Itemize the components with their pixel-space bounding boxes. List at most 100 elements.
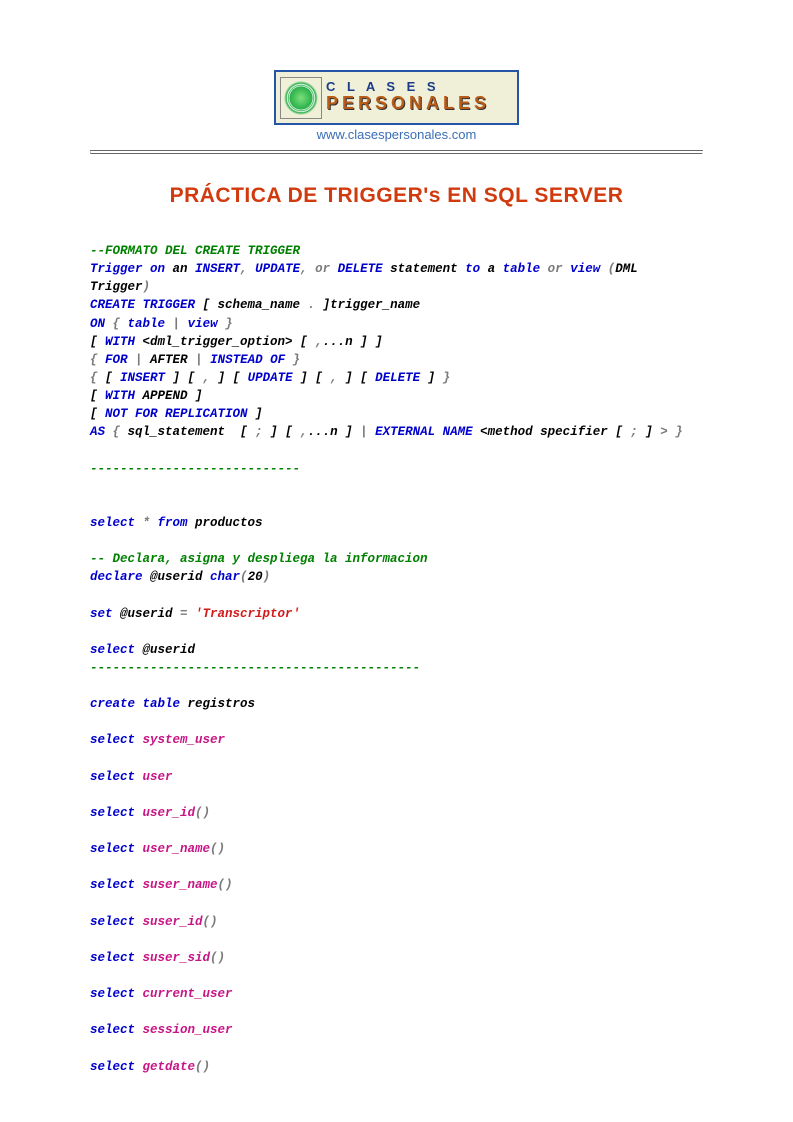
code-token: CREATE TRIGGER bbox=[90, 298, 195, 312]
code-token: char bbox=[210, 570, 240, 584]
code-token: ]trigger_name bbox=[315, 298, 420, 312]
code-token: system_user bbox=[143, 733, 226, 747]
code-token: ; bbox=[630, 425, 638, 439]
code-token: 'Transcriptor' bbox=[195, 607, 300, 621]
code-line: ---------------------------- bbox=[90, 460, 703, 478]
code-line bbox=[90, 713, 703, 731]
code-token bbox=[135, 878, 143, 892]
code-token: () bbox=[210, 842, 225, 856]
code-token: DELETE bbox=[375, 371, 420, 385]
code-token: { bbox=[105, 425, 128, 439]
code-token: , bbox=[315, 335, 323, 349]
code-token: | bbox=[188, 353, 211, 367]
code-token: ] bbox=[248, 407, 263, 421]
code-token: * bbox=[135, 516, 158, 530]
code-line bbox=[90, 1003, 703, 1021]
site-url: www.clasespersonales.com bbox=[90, 127, 703, 142]
code-line: ON { table | view } bbox=[90, 315, 703, 333]
code-line: declare @userid char(20) bbox=[90, 568, 703, 586]
code-token: table bbox=[503, 262, 541, 276]
code-token bbox=[135, 842, 143, 856]
code-line: set @userid = 'Transcriptor' bbox=[90, 605, 703, 623]
code-token: . bbox=[308, 298, 316, 312]
code-block: --FORMATO DEL CREATE TRIGGERTrigger on a… bbox=[90, 242, 703, 1076]
code-token: set bbox=[90, 607, 113, 621]
code-token: , bbox=[330, 371, 338, 385]
code-token: or bbox=[540, 262, 570, 276]
code-line: { FOR | AFTER | INSTEAD OF } bbox=[90, 351, 703, 369]
code-line bbox=[90, 858, 703, 876]
code-token: an bbox=[165, 262, 195, 276]
code-line bbox=[90, 967, 703, 985]
code-line: select suser_name() bbox=[90, 876, 703, 894]
logo-swirl-icon bbox=[280, 77, 322, 119]
code-line: [ WITH APPEND ] bbox=[90, 387, 703, 405]
code-token: INSERT bbox=[195, 262, 240, 276]
code-token: ; bbox=[255, 425, 263, 439]
code-line: -- Declara, asigna y despliega la inform… bbox=[90, 550, 703, 568]
code-token: select bbox=[90, 987, 135, 1001]
code-line: select @userid bbox=[90, 641, 703, 659]
code-token: ] [ bbox=[210, 371, 248, 385]
code-line: ----------------------------------------… bbox=[90, 659, 703, 677]
code-token bbox=[135, 915, 143, 929]
code-token: declare bbox=[90, 570, 143, 584]
code-token: select bbox=[90, 1023, 135, 1037]
code-token: select bbox=[90, 842, 135, 856]
code-token: suser_name bbox=[143, 878, 218, 892]
code-token bbox=[135, 1023, 143, 1037]
code-token bbox=[135, 733, 143, 747]
code-line bbox=[90, 1040, 703, 1058]
code-token: [ bbox=[90, 389, 105, 403]
code-token: ) bbox=[143, 280, 151, 294]
code-token: @userid bbox=[135, 643, 195, 657]
code-token: ( bbox=[600, 262, 615, 276]
code-token: () bbox=[195, 1060, 210, 1074]
code-token: { bbox=[90, 353, 105, 367]
code-token: EXTERNAL NAME bbox=[375, 425, 473, 439]
code-token: select bbox=[90, 516, 135, 530]
code-token: productos bbox=[188, 516, 263, 530]
logo-text-bottom: PERSONALES bbox=[326, 93, 490, 115]
code-token: Trigger on bbox=[90, 262, 165, 276]
code-line: select suser_id() bbox=[90, 913, 703, 931]
code-line bbox=[90, 677, 703, 695]
code-token: ...n ] ] bbox=[323, 335, 383, 349]
code-token: { bbox=[90, 371, 105, 385]
code-token: ---------------------------- bbox=[90, 462, 300, 476]
code-line: select user_id() bbox=[90, 804, 703, 822]
code-token: view bbox=[570, 262, 600, 276]
code-token: ] [ bbox=[165, 371, 203, 385]
code-token: } bbox=[218, 317, 233, 331]
code-line: create table registros bbox=[90, 695, 703, 713]
code-line: select user bbox=[90, 768, 703, 786]
code-line: CREATE TRIGGER [ schema_name . ]trigger_… bbox=[90, 296, 703, 314]
code-token: ----------------------------------------… bbox=[90, 661, 420, 675]
code-line: Trigger on an INSERT, UPDATE, or DELETE … bbox=[90, 260, 703, 296]
code-token: () bbox=[203, 915, 218, 929]
code-token: @userid bbox=[113, 607, 181, 621]
code-token: -- Declara, asigna y despliega la inform… bbox=[90, 552, 428, 566]
logo-box: C L A S E S PERSONALES bbox=[274, 70, 519, 125]
code-line bbox=[90, 895, 703, 913]
code-token: <method specifier [ bbox=[473, 425, 631, 439]
code-line bbox=[90, 478, 703, 496]
code-token: @userid bbox=[143, 570, 211, 584]
code-line bbox=[90, 750, 703, 768]
header-divider bbox=[90, 150, 703, 154]
code-token: ] [ bbox=[338, 371, 376, 385]
code-line: [ WITH <dml_trigger_option> [ ,...n ] ] bbox=[90, 333, 703, 351]
code-token: current_user bbox=[143, 987, 233, 1001]
code-token bbox=[135, 1060, 143, 1074]
code-token: 20 bbox=[248, 570, 263, 584]
code-token: select bbox=[90, 643, 135, 657]
code-token bbox=[135, 806, 143, 820]
code-token: statement bbox=[383, 262, 466, 276]
code-token: WITH bbox=[105, 335, 135, 349]
code-token: user_name bbox=[143, 842, 211, 856]
code-token bbox=[135, 987, 143, 1001]
code-line: --FORMATO DEL CREATE TRIGGER bbox=[90, 242, 703, 260]
code-token: = bbox=[180, 607, 195, 621]
code-token: INSERT bbox=[120, 371, 165, 385]
code-token: suser_sid bbox=[143, 951, 211, 965]
